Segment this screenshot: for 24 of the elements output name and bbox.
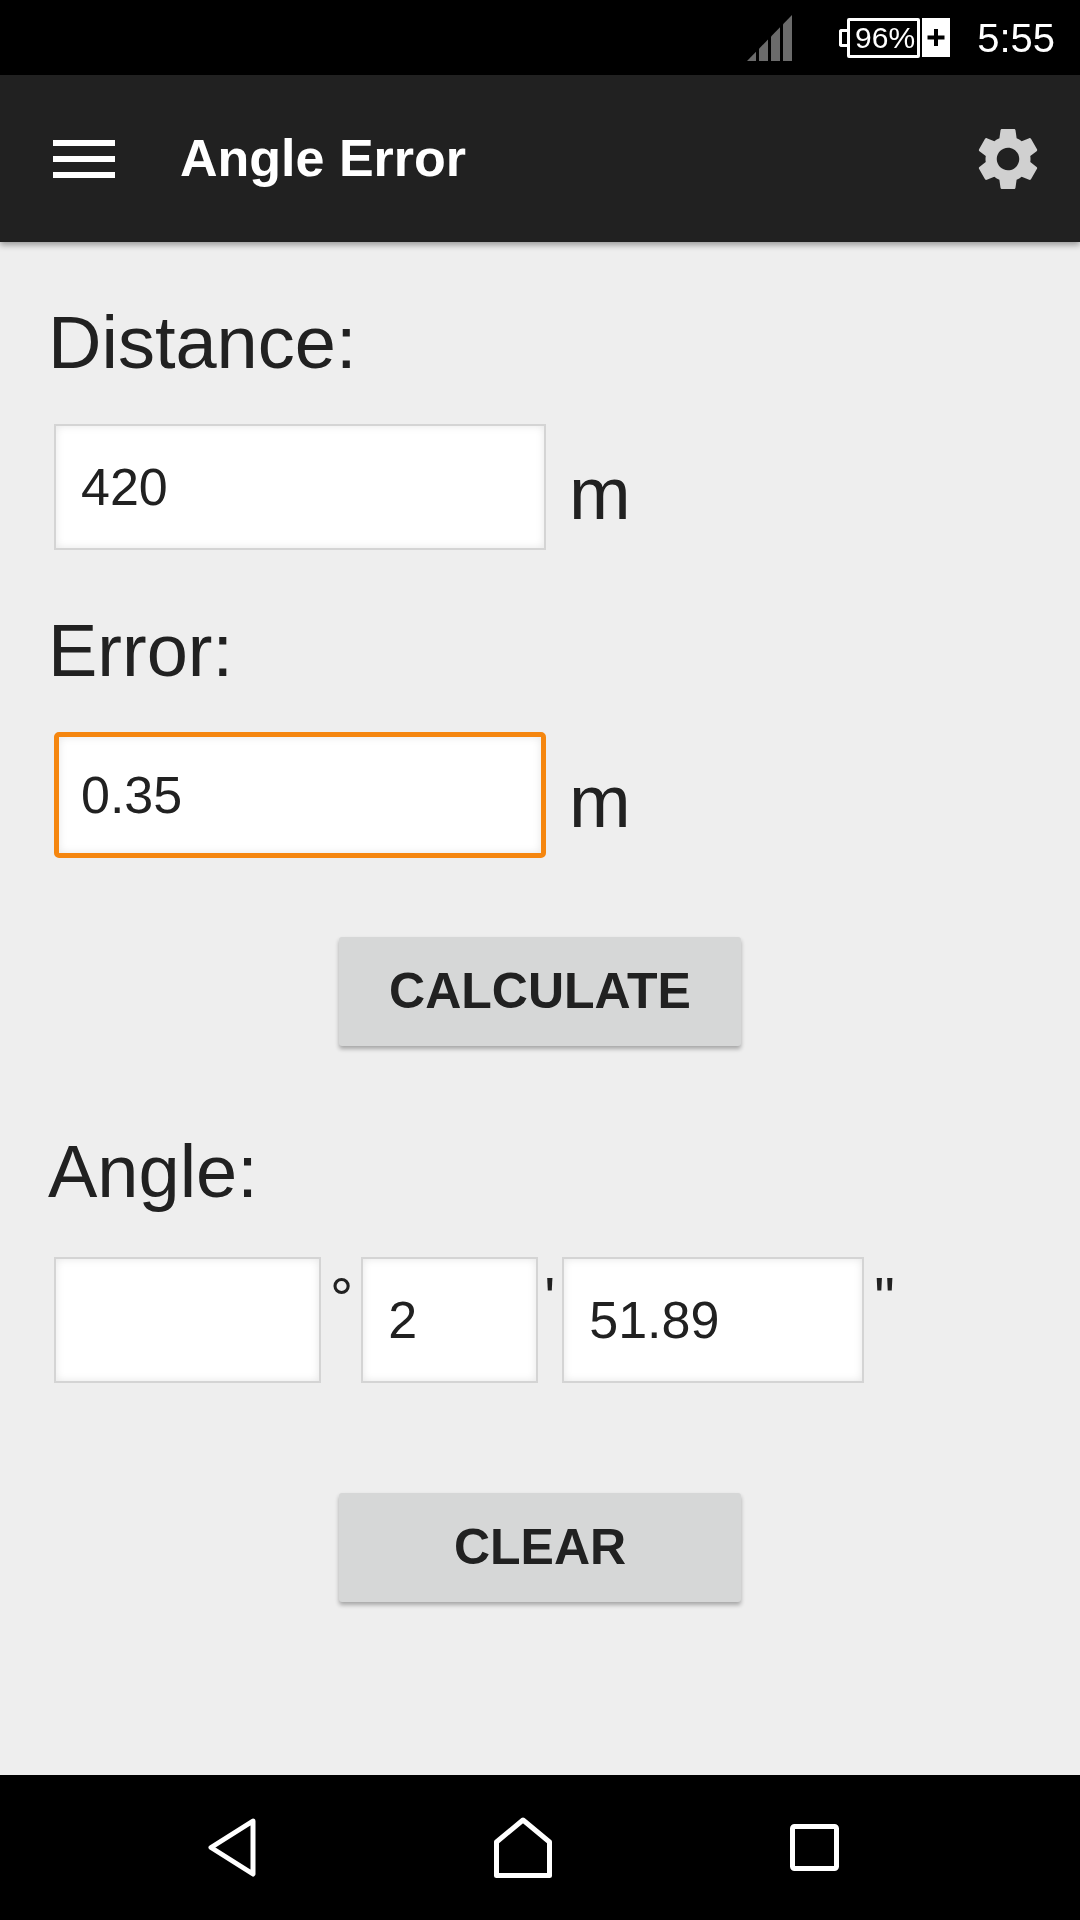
settings-icon[interactable] bbox=[978, 128, 1038, 189]
app-title: Angle Error bbox=[180, 128, 467, 190]
input-field[interactable]: 2 bbox=[361, 1257, 539, 1383]
unit-label: m bbox=[569, 457, 631, 531]
field-label: Distance: bbox=[48, 301, 358, 385]
back-icon[interactable] bbox=[207, 1817, 257, 1878]
recents-icon[interactable] bbox=[789, 1823, 840, 1872]
menu-icon[interactable] bbox=[53, 139, 115, 178]
input-field[interactable]: 51.89 bbox=[562, 1257, 865, 1383]
home-icon[interactable] bbox=[493, 1816, 553, 1879]
field-label: Angle: bbox=[48, 1130, 259, 1214]
unit-label: ° bbox=[330, 1269, 354, 1327]
battery-indicator: 96% bbox=[839, 17, 921, 58]
input-field[interactable] bbox=[54, 1257, 321, 1383]
input-field[interactable]: 0.35 bbox=[54, 732, 546, 858]
clear-button[interactable]: CLEAR bbox=[339, 1493, 741, 1602]
calculate-button[interactable]: CALCULATE bbox=[339, 937, 741, 1046]
field-label: Error: bbox=[48, 609, 234, 693]
unit-label: " bbox=[874, 1269, 895, 1327]
signal-icon bbox=[747, 14, 793, 61]
input-field[interactable]: 420 bbox=[54, 424, 546, 550]
unit-label: m bbox=[569, 765, 631, 839]
unit-label: ' bbox=[544, 1269, 556, 1327]
clock-time: 5:55 bbox=[977, 17, 1055, 58]
